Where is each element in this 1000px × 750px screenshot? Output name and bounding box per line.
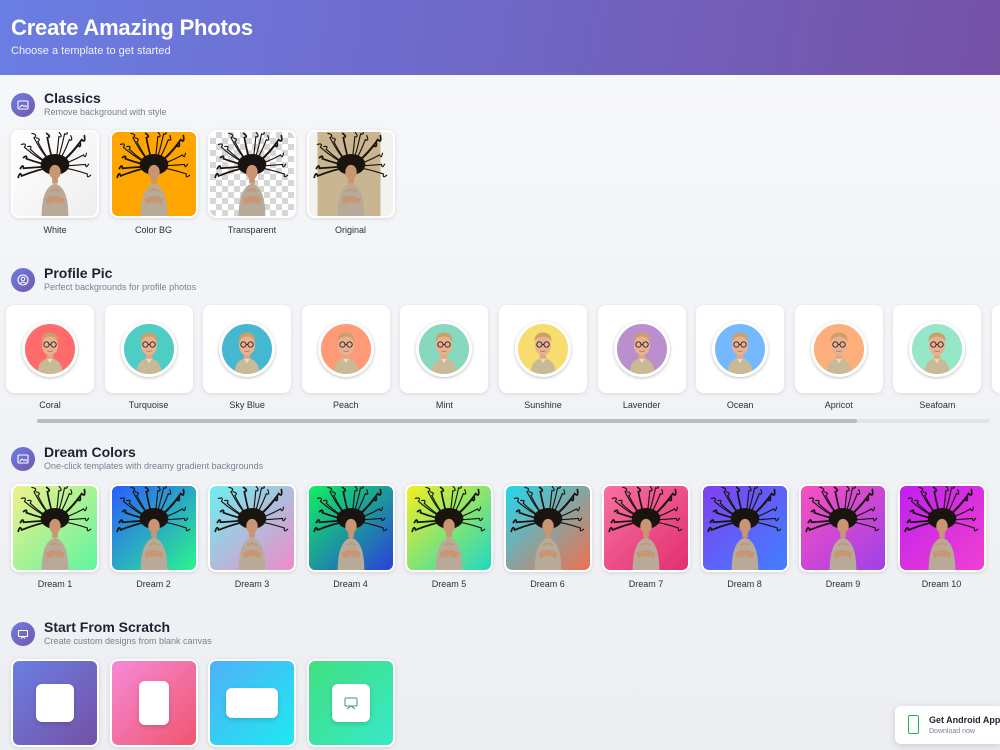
template-tile-white[interactable] [11,130,99,218]
section-subtitle: One-click templates with dreamy gradient… [44,461,264,471]
section-title: Classics [44,90,101,106]
scrollbar-thumb[interactable] [37,419,857,423]
tile-label: Dream 4 [333,579,368,589]
tile-label: Peach [333,400,359,410]
android-subtitle: Download now [929,728,975,735]
tile-label: Coral [39,400,61,410]
avatar [810,321,867,377]
dream-tile-1[interactable] [11,484,99,572]
profile-tile-peach[interactable] [301,305,390,393]
profile-tile-apricot[interactable] [794,305,883,393]
avatar [120,321,177,377]
tile-label: Mint [435,400,453,410]
profile-tile-mint[interactable] [400,305,489,393]
template-tile-transparent[interactable] [208,130,296,218]
section-subtitle: Remove background with style [44,107,167,117]
tile-label: Dream 8 [727,579,762,589]
dream-tile-7[interactable] [602,484,690,572]
page-header: Create Amazing Photos Choose a template … [0,0,1000,75]
get-android-app-button[interactable]: Get Android App Download now [895,706,1000,744]
tile-label: Transparent [227,225,277,235]
template-tile-original[interactable] [306,130,395,218]
tile-label: Sky Blue [229,400,265,410]
dream-tile-6[interactable] [503,484,592,572]
image-icon [11,447,35,471]
android-title: Get Android App [929,715,1000,725]
blank-canvas-tile-3[interactable] [208,659,296,747]
avatar [909,321,966,377]
profile-tile-turquoise[interactable] [104,305,193,393]
profile-tile-lavender[interactable] [597,305,686,393]
section-title: Dream Colors [44,444,136,460]
presentation-icon [11,622,35,646]
profile-tile-partial[interactable] [992,305,1000,393]
section-title: Profile Pic [44,265,113,281]
blank-canvas-tile-4[interactable] [306,659,395,747]
avatar [416,321,473,377]
canvas-preview [138,681,169,725]
profile-tile-sunshine[interactable] [499,305,587,393]
dream-tile-8[interactable] [700,484,789,572]
tile-label: Sunshine [524,400,562,410]
tile-label: Dream 7 [628,579,664,589]
dream-tile-2[interactable] [109,484,198,572]
dream-tile-3[interactable] [208,484,296,572]
tile-label: Dream 9 [825,579,861,589]
page-subtitle: Choose a template to get started [11,45,171,57]
avatar [219,321,276,377]
template-tile-color-bg[interactable] [109,130,198,218]
page-title: Create Amazing Photos [11,15,253,40]
avatar [515,321,571,377]
tile-label: Dream 10 [921,579,962,589]
tile-label: Color BG [134,225,172,235]
section-subtitle: Create custom designs from blank canvas [44,636,212,646]
canvas-preview [36,684,74,722]
profile-tile-sky-blue[interactable] [203,305,292,393]
presentation-icon [344,697,357,710]
tile-label: Ocean [726,400,754,410]
tile-label: Dream 5 [431,579,467,589]
tile-label: Dream 2 [136,579,171,589]
dream-tile-10[interactable] [897,484,986,572]
tile-label: Original [334,225,366,235]
tile-label: Dream 1 [37,579,73,589]
profile-tile-coral[interactable] [6,305,94,393]
canvas-preview [331,684,370,722]
dream-tile-9[interactable] [799,484,887,572]
tile-label: Turquoise [128,400,169,410]
image-icon [11,93,35,117]
dream-tile-4[interactable] [306,484,395,572]
canvas-preview [226,688,278,718]
tile-label: Lavender [622,400,661,410]
horizontal-scrollbar[interactable] [37,419,990,423]
profile-tile-seafoam[interactable] [893,305,982,393]
tile-label: White [43,225,67,235]
phone-icon [908,715,919,734]
avatar [22,321,78,377]
section-title: Start From Scratch [44,619,171,635]
tile-label: Apricot [824,400,853,410]
dream-tile-5[interactable] [405,484,493,572]
user-circle-icon [11,268,35,292]
tile-label: Dream 3 [234,579,270,589]
avatar [712,321,769,377]
profile-tile-ocean[interactable] [696,305,785,393]
section-subtitle: Perfect backgrounds for profile photos [44,282,197,292]
blank-canvas-tile-1[interactable] [11,659,99,747]
tile-label: Seafoam [919,400,956,410]
tile-label: Dream 6 [530,579,565,589]
avatar [613,321,670,377]
blank-canvas-tile-2[interactable] [109,659,198,747]
avatar [317,321,374,377]
